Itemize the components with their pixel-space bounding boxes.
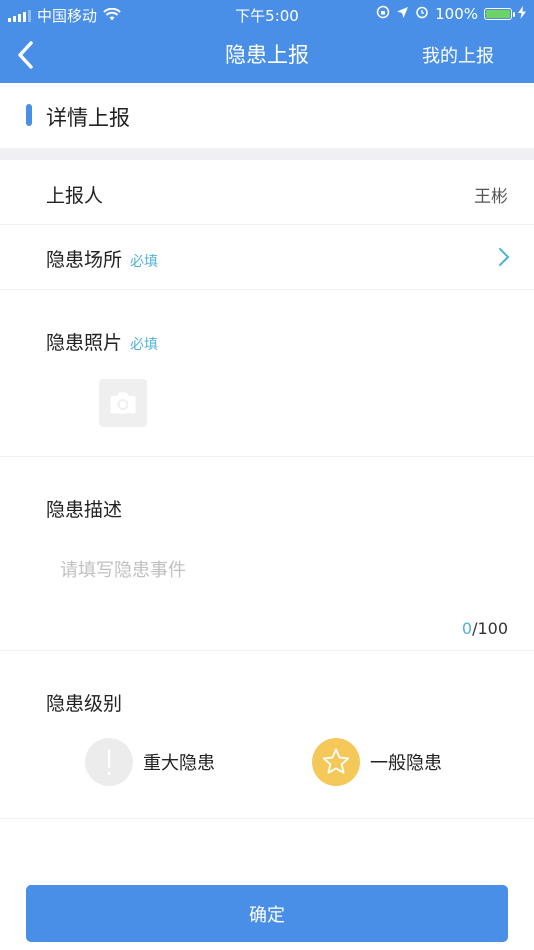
nav-bar: 隐患上报 我的上报 [0,28,534,83]
add-photo-button[interactable] [99,379,147,427]
level-option-major-label: 重大隐患 [143,753,215,774]
location-required-tag: 必填 [130,254,159,270]
location-row[interactable]: 隐患场所 必填 [0,225,534,290]
alarm-icon [415,5,429,23]
charging-icon [518,5,526,23]
reporter-label: 上报人 [46,185,104,207]
reporter-row: 上报人 王彬 [0,160,534,225]
char-count: 0 [461,619,473,638]
section-title: 详情上报 [46,106,130,130]
location-label: 隐患场所 [46,249,123,271]
star-icon [312,738,360,786]
section-divider [0,148,534,160]
camera-icon [110,392,136,414]
level-option-general-label: 一般隐患 [370,753,442,774]
status-bar: 中国移动 下午5:00 100% [0,0,534,28]
reporter-value: 王彬 [474,187,508,207]
level-row: 隐患级别 [0,651,534,819]
level-label: 隐患级别 [46,693,123,715]
battery-icon [484,8,515,20]
photo-required-tag: 必填 [130,337,159,353]
rotation-lock-icon [376,5,390,23]
level-option-general[interactable]: 一般隐患 [312,738,442,786]
confirm-button[interactable]: 确定 [26,885,508,942]
section-accent-bar [26,104,32,126]
level-option-major[interactable]: 重大隐患 [85,738,215,786]
header: 中国移动 下午5:00 100% 隐患上报 我的上报 [0,0,534,83]
photo-row: 隐患照片 必填 [0,290,534,457]
photo-label: 隐患照片 [46,332,123,354]
description-char-counter: 0/100 [462,619,508,638]
description-row: 隐患描述 [0,457,534,651]
description-label: 隐患描述 [46,499,123,521]
my-reports-link[interactable]: 我的上报 [422,42,494,68]
location-icon [396,5,409,23]
char-max: /100 [472,619,508,638]
exclamation-icon [85,738,133,786]
description-input[interactable]: 请填写隐患事件 [60,556,186,582]
battery-percent: 100% [435,5,478,23]
chevron-right-icon [499,248,509,266]
